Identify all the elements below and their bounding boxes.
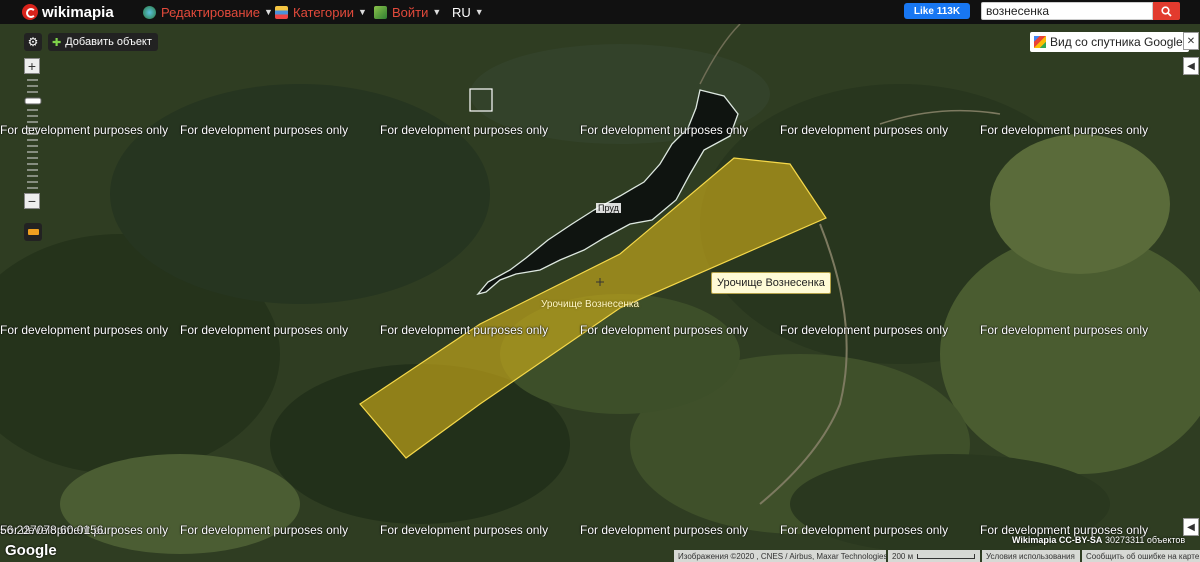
categories-icon [275,5,288,19]
chevron-left-icon: ◀ [1187,521,1195,533]
satellite-icon [1034,36,1046,48]
polygon-label[interactable]: Урочище Вознесенка [541,299,639,310]
login-icon [374,5,387,19]
gear-icon: ⚙ [27,35,39,49]
chevron-down-icon: ▼ [358,7,367,17]
globe-icon [143,5,156,19]
chevron-down-icon: ▼ [264,7,273,17]
watermark-text: For development purposes only [180,123,349,137]
add-place-icon: ✚ [52,36,62,49]
zoom-slider[interactable]: + − [24,58,42,212]
settings-button[interactable]: ⚙ [24,33,42,51]
satellite-imagery [0,24,1200,562]
search-icon [1161,5,1172,17]
zoom-handle [24,97,42,105]
watermark-text: For development purposes only [580,323,749,337]
place-tooltip: Урочище Вознесенка [711,272,831,294]
license-text[interactable]: Wikimapia CC-BY-SA [1012,535,1102,545]
report-error-link[interactable]: Сообщить об ошибке на карте [1082,550,1200,562]
zoom-out-button[interactable]: − [24,193,40,209]
categories-menu[interactable]: Категории ▼ [275,4,367,20]
watermark-text: For development purposes only [380,523,549,537]
language-label: RU [452,4,471,20]
zoom-track[interactable] [24,76,42,196]
watermark-text: For development purposes only [580,523,749,537]
login-menu[interactable]: Войти ▼ [374,4,441,20]
zoom-in-button[interactable]: + [24,58,40,74]
add-object-button[interactable]: ✚ Добавить объект [48,33,158,51]
map-area[interactable]: For development purposes only For develo… [0,24,1200,562]
search-button[interactable] [1153,2,1180,20]
ruler-icon [27,229,39,235]
close-panel-button[interactable]: ✕ [1183,32,1199,50]
login-menu-label: Войти [392,4,429,20]
scale-line [917,553,976,559]
ruler-button[interactable] [24,223,42,241]
satellite-view-label: Вид со спутника Google [1050,35,1183,49]
add-object-label: Добавить объект [65,36,152,48]
edit-menu-label: Редактирование [161,4,261,20]
language-selector[interactable]: RU ▼ [452,4,484,20]
chevron-down-icon: ▼ [432,7,442,17]
watermark-text: For development purposes only [780,523,949,537]
expand-panel-button[interactable]: ◀ [1183,57,1199,75]
close-icon: ✕ [1186,35,1196,47]
facebook-like-label: Like 113K [913,5,961,17]
wikimapia-logo[interactable]: wikimapia [22,3,114,21]
watermark-text: For development purposes only [980,123,1149,137]
wikimapia-logo-icon [22,4,38,20]
categories-menu-label: Категории [293,4,354,20]
facebook-like-button[interactable]: Like 113K [904,3,970,19]
collapse-panel-button[interactable]: ◀ [1183,518,1199,536]
scale-bar: 200 м [888,550,980,562]
coordinate-readout: 56.227078 60.0156 [0,523,104,537]
watermark-text: For development purposes only [780,123,949,137]
watermark-text: For development purposes only [180,323,349,337]
watermark-text: For development purposes only [0,323,169,337]
watermark-text: For development purposes only [980,323,1149,337]
top-navigation-bar: wikimapia Редактирование ▼ Категории ▼ Вой… [0,0,1200,24]
google-logo: Google [5,542,57,559]
watermark-text: For development purposes only [780,323,949,337]
imagery-attribution: Изображения ©2020 , CNES / Airbus, Maxar… [674,550,887,562]
object-count: 30273311 объектов [1105,535,1186,545]
chevron-down-icon: ▼ [474,7,484,17]
terms-link[interactable]: Условия использования [982,550,1080,562]
pond-label[interactable]: Пруд [596,203,621,213]
satellite-view-button[interactable]: Вид со спутника Google [1030,32,1189,52]
watermark-text: For development purposes only [380,323,549,337]
edit-menu[interactable]: Редактирование ▼ [143,4,273,20]
watermark-text: For development purposes only [580,123,749,137]
watermark-text: For development purposes only [180,523,349,537]
scale-label: 200 м [892,551,914,561]
search-input[interactable] [981,2,1153,20]
chevron-left-icon: ◀ [1187,60,1195,72]
logo-text: wikimapia [42,3,114,21]
watermark-text: For development purposes only [380,123,549,137]
